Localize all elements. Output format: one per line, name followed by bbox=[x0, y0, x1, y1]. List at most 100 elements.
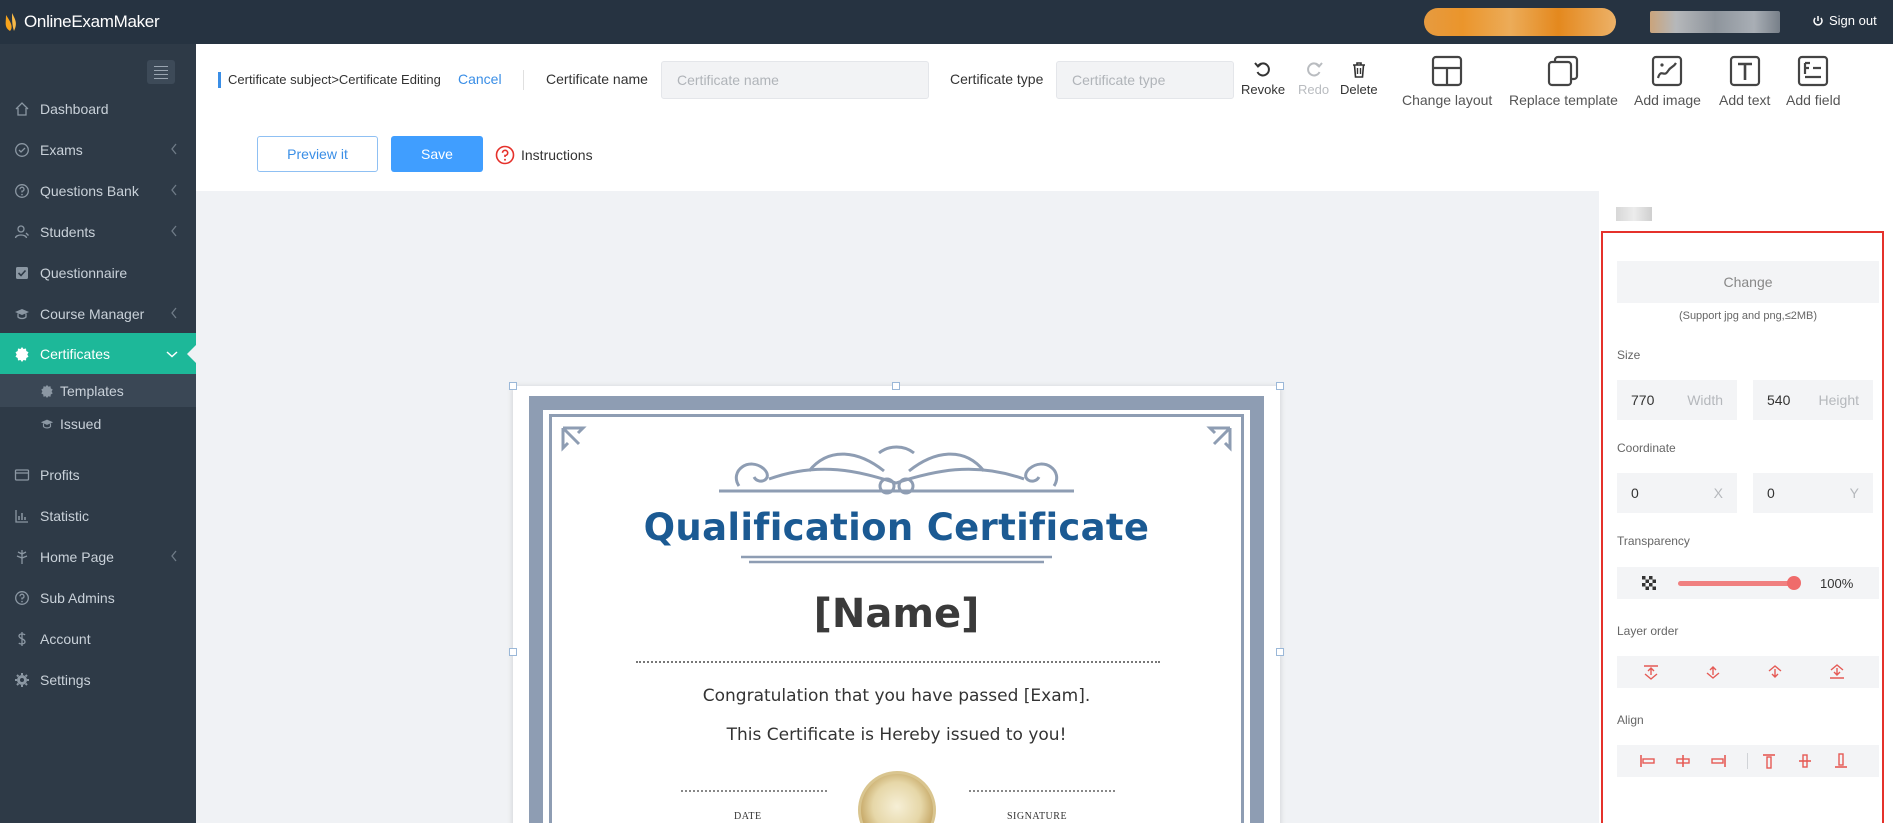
height-input[interactable]: 540 Height bbox=[1753, 380, 1873, 420]
resize-handle[interactable] bbox=[509, 382, 517, 390]
instructions-link[interactable]: Instructions bbox=[495, 145, 593, 165]
badge-icon bbox=[13, 345, 31, 363]
instructions-label: Instructions bbox=[521, 147, 593, 163]
add-image-button[interactable]: Add image bbox=[1634, 54, 1701, 108]
certificate-body-line-2: This Certificate is Hereby issued to you… bbox=[726, 725, 1067, 745]
redo-button[interactable]: Redo bbox=[1298, 60, 1329, 97]
sidebar-item-profits[interactable]: Profits bbox=[0, 454, 196, 495]
align-divider bbox=[1747, 753, 1748, 769]
resize-handle[interactable] bbox=[892, 382, 900, 390]
signature-label: SIGNATURE bbox=[1007, 811, 1068, 822]
cancel-link[interactable]: Cancel bbox=[458, 71, 502, 87]
revoke-button[interactable]: Revoke bbox=[1241, 60, 1285, 97]
align-center-vertical-icon[interactable] bbox=[1796, 752, 1814, 770]
add-field-button[interactable]: Add field bbox=[1786, 54, 1840, 108]
send-to-back-icon[interactable] bbox=[1828, 663, 1846, 681]
sidebar-item-dashboard[interactable]: Dashboard bbox=[0, 88, 196, 129]
sidebar-item-course-manager[interactable]: Course Manager bbox=[0, 293, 196, 334]
sidebar-item-questionnaire[interactable]: Questionnaire bbox=[0, 252, 196, 293]
sidebar-item-certificates[interactable]: Certificates bbox=[0, 333, 197, 374]
flourish-ornament-icon bbox=[719, 445, 1074, 495]
sidebar-item-sub-admins[interactable]: Sub Admins bbox=[0, 577, 196, 618]
height-unit: Height bbox=[1818, 392, 1859, 408]
certificate-type-label: Certificate type bbox=[950, 71, 1044, 87]
sidebar-subitem-issued[interactable]: Issued bbox=[0, 407, 196, 440]
sidebar-item-label: Sub Admins bbox=[40, 589, 115, 606]
resize-handle[interactable] bbox=[1276, 648, 1284, 656]
help-icon bbox=[495, 145, 515, 165]
change-layout-label: Change layout bbox=[1402, 92, 1493, 108]
divider bbox=[523, 70, 524, 90]
sidebar-item-exams[interactable]: Exams bbox=[0, 129, 196, 170]
transparency-icon bbox=[1642, 576, 1656, 590]
sidebar-item-home-page[interactable]: Home Page bbox=[0, 536, 196, 577]
sidebar-item-label: Settings bbox=[40, 671, 91, 688]
bring-forward-icon[interactable] bbox=[1704, 663, 1722, 681]
dollar-icon bbox=[13, 630, 31, 648]
sidebar-item-label: Questionnaire bbox=[40, 264, 128, 281]
sidebar-item-label: Account bbox=[40, 630, 91, 647]
width-value: 770 bbox=[1631, 392, 1655, 408]
x-coordinate-input[interactable]: 0 X bbox=[1617, 473, 1737, 513]
preview-button[interactable]: Preview it bbox=[257, 136, 378, 172]
width-input[interactable]: 770 Width bbox=[1617, 380, 1737, 420]
align-label: Align bbox=[1617, 713, 1644, 727]
replace-template-icon bbox=[1548, 55, 1579, 87]
app-logo[interactable]: OnlineExamMaker bbox=[0, 10, 160, 34]
change-layout-button[interactable]: Change layout bbox=[1402, 54, 1492, 108]
sidebar-subitem-templates[interactable]: Templates bbox=[0, 374, 196, 407]
align-center-horizontal-icon[interactable] bbox=[1674, 752, 1692, 770]
add-image-label: Add image bbox=[1634, 92, 1701, 108]
user-avatar-blurred[interactable] bbox=[1650, 11, 1780, 33]
badge-icon bbox=[40, 384, 54, 398]
y-unit: Y bbox=[1849, 485, 1859, 501]
resize-handle[interactable] bbox=[1276, 382, 1284, 390]
sidebar-item-account[interactable]: Account bbox=[0, 618, 196, 659]
tree-icon bbox=[13, 548, 31, 566]
sidebar-item-statistic[interactable]: Statistic bbox=[0, 495, 196, 536]
sidebar-collapse-button[interactable] bbox=[147, 60, 175, 84]
certificate-type-input[interactable] bbox=[1056, 61, 1234, 99]
sidebar-item-students[interactable]: Students bbox=[0, 211, 196, 252]
layer-order-controls bbox=[1617, 656, 1879, 688]
resize-handle[interactable] bbox=[509, 648, 517, 656]
add-text-button[interactable]: Add text bbox=[1719, 54, 1770, 108]
certificate-name-input[interactable] bbox=[661, 61, 929, 99]
x-unit: X bbox=[1713, 485, 1723, 501]
sidebar-item-label: Questions Bank bbox=[40, 182, 139, 199]
corner-ornament-icon bbox=[1206, 426, 1232, 452]
size-label: Size bbox=[1617, 348, 1641, 362]
gear-icon bbox=[13, 671, 31, 689]
checkbox-icon bbox=[13, 264, 31, 282]
delete-button[interactable]: Delete bbox=[1340, 60, 1378, 97]
sidebar-item-questions-bank[interactable]: Questions Bank bbox=[0, 170, 196, 211]
align-bottom-icon[interactable] bbox=[1832, 752, 1850, 770]
certificate-preview[interactable]: Qualification Certificate [Name] Congrat… bbox=[509, 382, 1284, 823]
slider-track[interactable] bbox=[1678, 581, 1794, 586]
date-label: DATE bbox=[734, 811, 762, 822]
name-underline bbox=[636, 661, 1160, 663]
sign-out-button[interactable]: Sign out bbox=[1812, 13, 1877, 28]
change-image-button[interactable]: Change bbox=[1617, 261, 1879, 303]
send-backward-icon[interactable] bbox=[1766, 663, 1784, 681]
sidebar-item-label: Exams bbox=[40, 141, 83, 158]
editor-toolbar: Certificate subject>Certificate Editing … bbox=[196, 44, 1893, 191]
slider-handle[interactable] bbox=[1787, 576, 1801, 590]
bring-to-front-icon[interactable] bbox=[1642, 663, 1660, 681]
replace-template-button[interactable]: Replace template bbox=[1509, 54, 1618, 108]
align-left-icon[interactable] bbox=[1638, 752, 1656, 770]
sidebar-item-settings[interactable]: Settings bbox=[0, 659, 196, 700]
chevron-left-icon bbox=[171, 550, 177, 562]
y-coordinate-input[interactable]: 0 Y bbox=[1753, 473, 1873, 513]
layer-order-label: Layer order bbox=[1617, 624, 1679, 638]
save-button[interactable]: Save bbox=[391, 136, 483, 172]
align-right-icon[interactable] bbox=[1710, 752, 1728, 770]
x-value: 0 bbox=[1631, 485, 1639, 501]
align-controls bbox=[1617, 745, 1879, 777]
home-icon bbox=[13, 100, 31, 118]
user-icon bbox=[13, 223, 31, 241]
delete-label: Delete bbox=[1340, 82, 1378, 97]
transparency-slider[interactable]: 100% bbox=[1617, 567, 1879, 599]
redo-icon bbox=[1306, 62, 1323, 77]
align-top-icon[interactable] bbox=[1760, 752, 1778, 770]
